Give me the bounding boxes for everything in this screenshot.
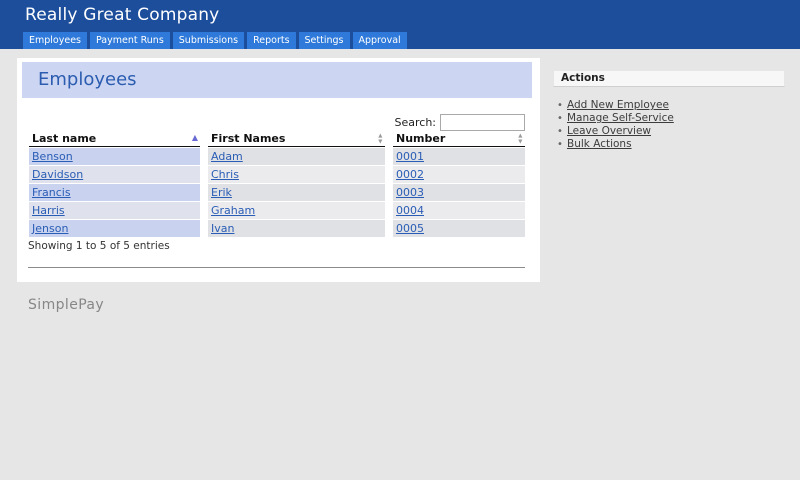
action-link-bulk-actions[interactable]: Bulk Actions [567,138,632,150]
actions-header: Actions [553,70,785,87]
cell-number: 0004 [393,202,525,219]
column-label: Number [396,132,445,145]
simplepay-logo: SimplePay [28,297,104,313]
tab-approval[interactable]: Approval [353,32,407,49]
cell-first-names: Chris [208,166,385,183]
page-title: Employees [22,62,532,98]
employee-link-last-name[interactable]: Jenson [32,222,68,235]
actions-sidebar: Actions Add New EmployeeManage Self-Serv… [553,70,785,151]
cell-last-name: Jenson [29,220,200,237]
employee-link-number[interactable]: 0002 [396,168,424,181]
employee-link-first-names[interactable]: Erik [211,186,232,199]
cell-number: 0003 [393,184,525,201]
cell-first-names: Erik [208,184,385,201]
search-input[interactable] [440,114,525,131]
sort-both-icon: ▲▼ [518,133,523,145]
employees-panel: Employees Search: Last name ▲ First Names ▲… [17,58,540,282]
employee-link-last-name[interactable]: Francis [32,186,71,199]
employee-link-number[interactable]: 0004 [396,204,424,217]
cell-last-name: Harris [29,202,200,219]
employee-link-first-names[interactable]: Adam [211,150,243,163]
cell-number: 0001 [393,148,525,165]
table-info: Showing 1 to 5 of 5 entries [28,240,170,252]
sort-ascending-icon: ▲ [192,133,198,143]
cell-number: 0002 [393,166,525,183]
action-item: Leave Overview [553,125,785,138]
employee-link-last-name[interactable]: Harris [32,204,65,217]
cell-last-name: Francis [29,184,200,201]
column-header-last-name[interactable]: Last name ▲ [29,131,200,147]
employee-link-number[interactable]: 0005 [396,222,424,235]
employee-link-number[interactable]: 0003 [396,186,424,199]
cell-first-names: Adam [208,148,385,165]
tab-reports[interactable]: Reports [247,32,295,49]
action-link-leave-overview[interactable]: Leave Overview [567,125,651,137]
cell-first-names: Ivan [208,220,385,237]
column-label: First Names [211,132,285,145]
search-label: Search: [395,116,437,129]
table-row: Jenson Ivan 0005 [29,220,525,237]
action-item: Bulk Actions [553,138,785,151]
tab-payment-runs[interactable]: Payment Runs [90,32,170,49]
action-item: Add New Employee [553,99,785,112]
table-row: Harris Graham 0004 [29,202,525,219]
cell-last-name: Benson [29,148,200,165]
table-row: Davidson Chris 0002 [29,166,525,183]
employee-link-last-name[interactable]: Benson [32,150,73,163]
employees-table: Last name ▲ First Names ▲▼ Number ▲▼ Benson Ad… [21,130,533,238]
employees-table-head: Last name ▲ First Names ▲▼ Number ▲▼ [29,131,525,147]
sort-both-icon: ▲▼ [378,133,383,145]
table-header-row: Last name ▲ First Names ▲▼ Number ▲▼ [29,131,525,147]
cell-number: 0005 [393,220,525,237]
tab-settings[interactable]: Settings [299,32,350,49]
column-header-first-names[interactable]: First Names ▲▼ [208,131,385,147]
cell-last-name: Davidson [29,166,200,183]
table-row: Benson Adam 0001 [29,148,525,165]
cell-first-names: Graham [208,202,385,219]
column-header-number[interactable]: Number ▲▼ [393,131,525,147]
action-item: Manage Self-Service [553,112,785,125]
tab-employees[interactable]: Employees [23,32,87,49]
actions-list: Add New EmployeeManage Self-ServiceLeave… [553,99,785,151]
employee-link-last-name[interactable]: Davidson [32,168,83,181]
top-header-bar: Really Great Company [0,0,800,32]
employee-link-first-names[interactable]: Graham [211,204,255,217]
company-title: Really Great Company [25,5,219,25]
employee-link-first-names[interactable]: Ivan [211,222,234,235]
main-nav: EmployeesPayment RunsSubmissionsReportsS… [0,32,800,49]
employees-table-body: Benson Adam 0001 Davidson Chris 0002 Francis Er… [29,148,525,237]
search-row: Search: [395,113,526,131]
table-row: Francis Erik 0003 [29,184,525,201]
employee-link-number[interactable]: 0001 [396,150,424,163]
action-link-add-new-employee[interactable]: Add New Employee [567,99,669,111]
action-link-manage-self-service[interactable]: Manage Self-Service [567,112,674,124]
tab-submissions[interactable]: Submissions [173,32,244,49]
employee-link-first-names[interactable]: Chris [211,168,239,181]
panel-divider [28,267,525,268]
column-label: Last name [32,132,96,145]
